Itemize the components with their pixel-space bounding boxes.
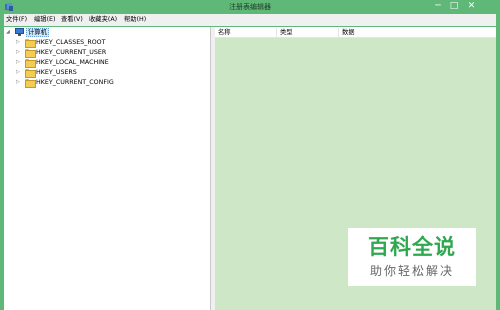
expand-arrow-icon[interactable]: ▷ [16,78,22,86]
tree-node-label: 计算机 [26,28,49,37]
menu-help[interactable]: 帮助(H) [124,16,146,24]
list-header: 名称 类型 数据 [215,27,496,38]
column-header-data[interactable]: 数据 [339,28,496,37]
close-button[interactable]: ✕ [463,1,480,12]
folder-icon [25,49,36,58]
watermark-logo: 百科全说 助你轻松解决 [348,228,476,286]
expand-arrow-icon[interactable]: ▷ [16,48,22,56]
menu-view[interactable]: 查看(V) [61,16,83,24]
menu-favorites[interactable]: 收藏夹(A) [89,16,117,24]
tree-node-hkey-local-machine[interactable]: ▷ HKEY_LOCAL_MACHINE [16,58,136,68]
maximize-button[interactable]: □ [447,1,461,12]
key-tree-pane[interactable]: ◢ 计算机 ▷ HKEY_CLASSES_ROOT ▷ HKEY_CURRENT… [4,27,211,310]
tree-node-label: HKEY_CURRENT_USER [36,49,107,56]
tree-node-label: HKEY_LOCAL_MACHINE [36,59,109,66]
tree-node-label: HKEY_USERS [36,69,77,76]
watermark-title: 百科全说 [368,235,456,259]
menu-bar: 文件(F) 编辑(E) 查看(V) 收藏夹(A) 帮助(H) [4,14,496,26]
folder-icon [25,69,36,78]
title-bar: 注册表编辑器 ─ □ ✕ [0,0,500,14]
folder-icon [25,79,36,88]
tree-node-computer[interactable]: ◢ 计算机 [6,28,66,37]
tree-node-label: HKEY_CURRENT_CONFIG [36,79,114,86]
tree-node-hkey-current-user[interactable]: ▷ HKEY_CURRENT_USER [16,48,136,58]
column-header-name[interactable]: 名称 [215,28,277,37]
column-header-type[interactable]: 类型 [277,28,339,37]
folder-icon [25,39,36,48]
tree-node-hkey-current-config[interactable]: ▷ HKEY_CURRENT_CONFIG [16,78,136,88]
tree-node-hkey-classes-root[interactable]: ▷ HKEY_CLASSES_ROOT [16,38,136,48]
computer-icon [15,28,24,36]
tree-node-label: HKEY_CLASSES_ROOT [36,39,106,46]
watermark-subtitle: 助你轻松解决 [369,264,454,278]
expand-arrow-icon[interactable]: ▷ [16,38,22,46]
minimize-button[interactable]: ─ [431,1,445,12]
expand-arrow-icon[interactable]: ▷ [16,58,22,66]
window-title: 注册表编辑器 [229,3,271,11]
collapse-arrow-icon[interactable]: ◢ [6,28,12,36]
menu-edit[interactable]: 编辑(E) [34,16,56,24]
folder-icon [25,59,36,68]
expand-arrow-icon[interactable]: ▷ [16,68,22,76]
tree-node-hkey-users[interactable]: ▷ HKEY_USERS [16,68,136,78]
menu-file[interactable]: 文件(F) [6,16,27,24]
